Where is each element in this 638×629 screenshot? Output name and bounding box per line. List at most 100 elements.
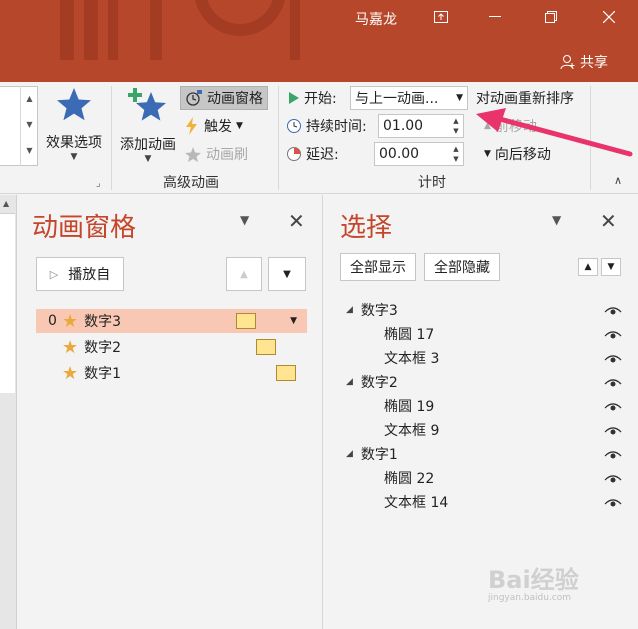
visibility-eye-icon[interactable] — [604, 450, 622, 460]
timing-group-label: 计时 — [418, 175, 446, 191]
visibility-eye-icon[interactable] — [604, 378, 622, 388]
selection-item[interactable]: 文本框 14 — [384, 490, 448, 514]
gallery-up-icon[interactable]: ▲ — [21, 86, 38, 112]
reorder-label: 对动画重新排序 — [476, 91, 574, 107]
start-label: 开始: — [304, 91, 337, 107]
share-button[interactable]: 共享 — [560, 52, 608, 72]
item-label: 文本框 14 — [384, 495, 449, 511]
animation-item[interactable]: ★ 数字1 — [36, 361, 307, 385]
animation-pane-label: 动画窗格 — [207, 91, 263, 107]
play-from-button[interactable]: ▷ 播放自 — [36, 257, 124, 291]
collapse-triangle-icon[interactable]: ◢ — [346, 449, 353, 459]
item-label: 文本框 9 — [384, 423, 440, 439]
hide-all-label: 全部隐藏 — [434, 260, 490, 276]
watermark-brand: Bai经验 — [488, 566, 579, 594]
close-window-icon[interactable] — [596, 6, 622, 28]
delay-label-row: 延迟: — [286, 142, 339, 166]
visibility-eye-icon[interactable] — [604, 354, 622, 364]
gallery-down-icon[interactable]: ▼ — [21, 112, 38, 138]
visibility-eye-icon[interactable] — [604, 306, 622, 316]
pane-options-icon[interactable]: ▼ — [552, 213, 561, 227]
watermark: Bai经验 jingyan.baidu.com — [488, 560, 579, 603]
user-name[interactable]: 马嘉龙 — [355, 9, 397, 29]
move-down-button[interactable]: ▼ — [268, 257, 306, 291]
collapse-ribbon-icon[interactable]: ∧ — [614, 174, 622, 187]
delay-spinner-icon[interactable]: ▲ ▼ — [451, 144, 461, 164]
timing-bar[interactable] — [236, 313, 256, 329]
animation-painter-label: 动画刷 — [206, 147, 248, 163]
clock-icon — [287, 119, 301, 133]
dialog-launcher-icon[interactable]: ⌟ — [96, 178, 101, 189]
group-label: 数字2 — [360, 375, 398, 391]
trigger-label: 触发 — [204, 119, 232, 135]
close-icon[interactable]: ✕ — [288, 209, 305, 233]
selection-item[interactable]: 文本框 9 — [384, 418, 439, 442]
visibility-eye-icon[interactable] — [604, 474, 622, 484]
collapse-triangle-icon[interactable]: ◢ — [346, 377, 353, 387]
group-label: 数字1 — [360, 447, 398, 463]
start-select[interactable]: 与上一动画... ▼ — [350, 86, 468, 110]
animation-item[interactable]: 0 ★ 数字3 ▼ — [36, 309, 307, 333]
scroll-up-icon[interactable]: ▲ — [3, 199, 9, 208]
slide-thumbnail[interactable] — [0, 213, 15, 393]
close-icon[interactable]: ✕ — [600, 209, 617, 233]
add-animation-label: 添加动画 — [120, 137, 176, 153]
trigger-button[interactable]: 触发 ▼ — [184, 114, 243, 138]
title-decoration — [60, 0, 300, 60]
restore-icon[interactable] — [538, 6, 564, 28]
pane-options-icon[interactable]: ▼ — [240, 213, 249, 227]
gallery-scroll[interactable]: ▲ ▼ ▼ — [20, 86, 38, 166]
advanced-animation-group-label: 高级动画 — [163, 175, 219, 191]
add-animation-button[interactable]: 添加动画 ▼ — [114, 86, 182, 164]
play-icon — [289, 92, 299, 104]
animation-item-label: 数字1 — [84, 366, 122, 382]
selection-item[interactable]: 椭圆 22 — [384, 466, 434, 490]
send-backward-button[interactable]: ▼ — [601, 258, 621, 276]
triangle-up-icon: ▲ — [484, 121, 491, 131]
divider — [111, 86, 112, 190]
effect-options-button[interactable]: 效果选项 ▼ — [42, 86, 106, 162]
slide-strip[interactable]: ▲ — [0, 195, 17, 629]
delay-value: 00.00 — [379, 146, 420, 162]
selection-group[interactable]: ◢ 数字3 — [346, 298, 398, 322]
show-all-label: 全部显示 — [350, 260, 406, 276]
visibility-eye-icon[interactable] — [604, 498, 622, 508]
animation-painter-button[interactable]: 动画刷 — [184, 142, 248, 166]
triangle-down-icon: ▼ — [484, 149, 491, 159]
bring-forward-button[interactable]: ▲ — [578, 258, 598, 276]
delay-input[interactable]: 00.00 ▲ ▼ — [374, 142, 464, 166]
move-later-label: 向后移动 — [494, 147, 551, 163]
minimize-icon[interactable] — [482, 6, 508, 28]
selection-group[interactable]: ◢ 数字1 — [346, 442, 398, 466]
painter-star-icon — [185, 147, 201, 162]
star-icon: ★ — [62, 336, 79, 358]
timing-bar[interactable] — [256, 339, 276, 355]
animation-pane: 动画窗格 ▼ ✕ ▷ 播放自 ▲ ▼ 0 ★ 数字3 ▼ ★ 数字2 ★ 数字1 — [18, 195, 323, 629]
start-value: 与上一动画... — [355, 91, 439, 107]
visibility-eye-icon[interactable] — [604, 402, 622, 412]
move-earlier-button[interactable]: ▲ 前移动 — [484, 114, 537, 138]
selection-item[interactable]: 椭圆 17 — [384, 322, 434, 346]
ribbon-display-options-icon[interactable] — [428, 6, 454, 28]
chevron-down-icon[interactable]: ▼ — [290, 316, 297, 326]
move-later-button[interactable]: ▼ 向后移动 — [484, 142, 551, 166]
animation-pane-button[interactable]: 动画窗格 — [180, 86, 268, 110]
selection-item[interactable]: 文本框 3 — [384, 346, 439, 370]
collapse-triangle-icon[interactable]: ◢ — [346, 305, 353, 315]
divider — [590, 86, 591, 190]
show-all-button[interactable]: 全部显示 — [340, 253, 416, 281]
group-label: 数字3 — [360, 303, 398, 319]
visibility-eye-icon[interactable] — [604, 330, 622, 340]
item-label: 椭圆 17 — [384, 327, 435, 343]
duration-input[interactable]: 01.00 ▲ ▼ — [378, 114, 464, 138]
duration-spinner-icon[interactable]: ▲ ▼ — [451, 116, 461, 136]
add-star-icon — [128, 88, 166, 121]
selection-group[interactable]: ◢ 数字2 — [346, 370, 398, 394]
hide-all-button[interactable]: 全部隐藏 — [424, 253, 500, 281]
visibility-eye-icon[interactable] — [604, 426, 622, 436]
timing-bar[interactable] — [276, 365, 296, 381]
triangle-up-icon: ▲ — [240, 268, 248, 280]
gallery-more-icon[interactable]: ▼ — [21, 138, 38, 164]
selection-item[interactable]: 椭圆 19 — [384, 394, 434, 418]
move-up-button[interactable]: ▲ — [226, 257, 262, 291]
